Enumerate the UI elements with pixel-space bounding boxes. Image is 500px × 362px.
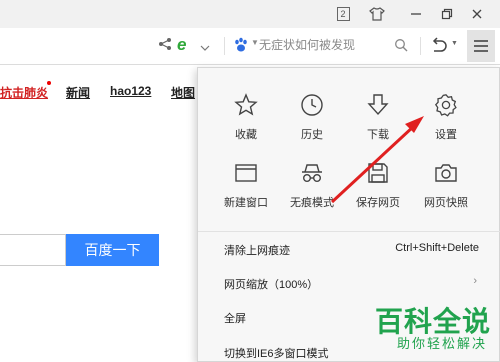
menu-label: 收藏 bbox=[235, 129, 257, 141]
menu-divider bbox=[198, 231, 500, 232]
minimize-icon[interactable] bbox=[406, 4, 426, 24]
link-map[interactable]: 地图 bbox=[171, 84, 195, 101]
menu-downloads[interactable]: 下载 bbox=[350, 93, 406, 149]
menu-new-window[interactable]: 新建窗口 bbox=[218, 161, 274, 217]
menu-label: 保存网页 bbox=[356, 197, 400, 209]
clear-traces-shortcut: Ctrl+Shift+Delete bbox=[395, 242, 479, 254]
menu-icon[interactable] bbox=[467, 30, 495, 62]
baidu-search-box[interactable] bbox=[0, 234, 66, 266]
menu-save-page[interactable]: 保存网页 bbox=[350, 161, 406, 217]
link-hao123[interactable]: hao123 bbox=[110, 84, 151, 98]
window-counter-icon[interactable]: 2 bbox=[333, 4, 353, 24]
watermark: 百科全说 助你轻松解决 bbox=[367, 300, 500, 362]
share-icon[interactable] bbox=[158, 37, 172, 56]
link-fight-pneumonia[interactable]: 抗击肺炎 bbox=[0, 84, 48, 101]
menu-snapshot[interactable]: 网页快照 bbox=[418, 161, 474, 217]
link-news[interactable]: 新闻 bbox=[66, 84, 90, 101]
gear-icon bbox=[434, 94, 457, 117]
search-input[interactable] bbox=[259, 38, 389, 52]
menu-label: 历史 bbox=[301, 129, 323, 141]
menu-label: 无痕模式 bbox=[290, 197, 334, 209]
ie-compat-icon[interactable]: e bbox=[177, 35, 186, 55]
new-dot bbox=[47, 81, 51, 85]
window-icon bbox=[235, 164, 257, 182]
camera-icon bbox=[435, 164, 457, 182]
clock-icon bbox=[301, 94, 323, 116]
undo-icon[interactable] bbox=[430, 37, 448, 58]
menu-fullscreen[interactable]: 全屏 bbox=[224, 310, 246, 326]
menu-zoom[interactable]: 网页缩放（100%） bbox=[224, 276, 318, 292]
menu-label: 网页快照 bbox=[424, 197, 468, 209]
window-counter: 2 bbox=[336, 7, 350, 21]
toolbar-divider bbox=[224, 37, 225, 55]
undo-chevron-icon[interactable]: ▼ bbox=[451, 40, 458, 47]
menu-incognito[interactable]: 无痕模式 bbox=[284, 161, 340, 217]
restore-icon[interactable] bbox=[437, 4, 457, 24]
close-icon[interactable] bbox=[467, 4, 487, 24]
star-icon bbox=[234, 93, 258, 116]
menu-label: 新建窗口 bbox=[224, 197, 268, 209]
skin-icon[interactable] bbox=[367, 4, 387, 24]
menu-label: 下载 bbox=[367, 129, 389, 141]
incognito-icon bbox=[302, 164, 322, 182]
menu-history[interactable]: 历史 bbox=[284, 93, 340, 149]
browser-toolbar: e ▼ ▼ bbox=[0, 28, 500, 65]
menu-ie6-switch[interactable]: 切换到IE6多窗口模式 bbox=[224, 345, 329, 361]
watermark-sub: 助你轻松解决 bbox=[397, 336, 488, 351]
baidu-search-button[interactable]: 百度一下 bbox=[66, 234, 159, 266]
menu-clear-traces[interactable]: 清除上网痕迹 bbox=[224, 242, 290, 258]
download-icon bbox=[367, 94, 389, 116]
menu-favorites[interactable]: 收藏 bbox=[218, 93, 274, 149]
search-icon[interactable] bbox=[394, 38, 408, 57]
window-titlebar: 2 bbox=[0, 0, 500, 28]
chevron-right-icon: › bbox=[473, 275, 477, 287]
menu-settings[interactable]: 设置 bbox=[418, 93, 474, 149]
search-engine-chevron-icon[interactable]: ▼ bbox=[251, 38, 259, 47]
toolbar-divider bbox=[420, 37, 421, 55]
save-icon bbox=[368, 163, 388, 183]
baidu-paw-icon[interactable] bbox=[233, 37, 249, 58]
chevron-down-icon[interactable] bbox=[200, 39, 210, 57]
menu-label: 设置 bbox=[435, 129, 457, 141]
